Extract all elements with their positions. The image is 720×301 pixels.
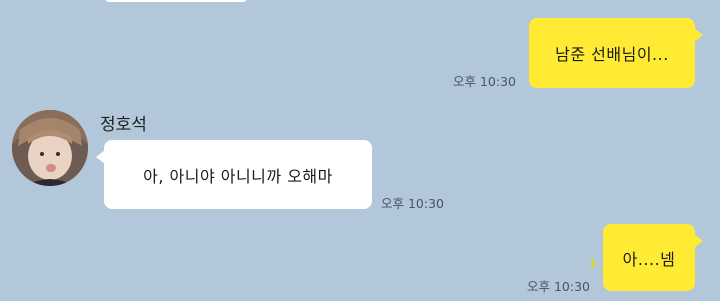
sender-avatar[interactable] — [12, 110, 88, 186]
bubble-tail — [694, 28, 703, 42]
my-message-bubble[interactable]: 아....넴 — [603, 224, 695, 291]
bubble-tail — [694, 234, 703, 248]
my-message-bubble[interactable]: 남준 선배님이... — [529, 18, 695, 88]
message-timestamp: 오후 10:30 — [453, 74, 516, 89]
their-message-bubble[interactable]: 아, 아니야 아니니까 오해마 — [104, 140, 372, 209]
unread-count: 1 — [589, 257, 597, 270]
message-text: 아....넴 — [622, 249, 676, 269]
message-text: 아, 아니야 아니니까 오해마 — [143, 166, 333, 186]
sender-name: 정호석 — [100, 115, 147, 135]
avatar-image — [12, 110, 88, 186]
message-timestamp: 오후 10:30 — [527, 279, 590, 294]
message-text: 남준 선배님이... — [555, 45, 669, 64]
previous-message-bubble[interactable] — [105, 0, 247, 2]
message-timestamp: 오후 10:30 — [381, 196, 444, 211]
bubble-tail — [96, 150, 105, 164]
chat-room: 남준 선배님이... 오후 10:30 정호석 아, 아니야 아니니까 오해마 … — [0, 0, 720, 301]
